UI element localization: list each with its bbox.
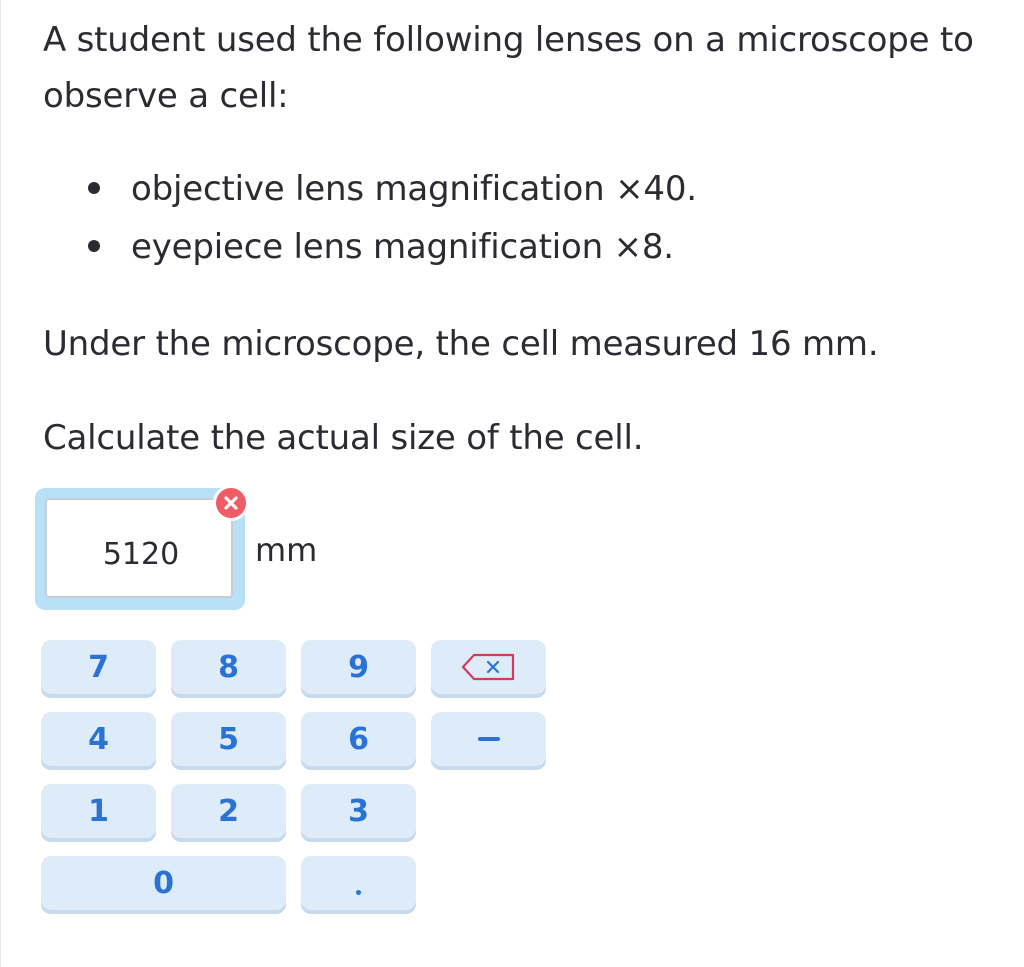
key-2[interactable]: 2 xyxy=(171,784,286,842)
key-1[interactable]: 1 xyxy=(41,784,156,842)
minus-icon xyxy=(477,737,500,741)
answer-input[interactable]: 5120 xyxy=(45,498,233,598)
lens-list: objective lens magnification ×40. eyepie… xyxy=(43,160,1018,276)
key-6[interactable]: 6 xyxy=(301,712,416,770)
key-4[interactable]: 4 xyxy=(41,712,156,770)
key-0[interactable]: 0 xyxy=(41,856,286,914)
key-5[interactable]: 5 xyxy=(171,712,286,770)
key-8[interactable]: 8 xyxy=(171,640,286,698)
bullet-icon xyxy=(88,182,100,194)
question-text: A student used the following lenses on a… xyxy=(43,12,1018,466)
numeric-keypad: 7 8 9 4 5 6 1 2 3 0 xyxy=(41,640,551,920)
answer-value: 5120 xyxy=(102,537,180,572)
measurement-text: Under the microscope, the cell measured … xyxy=(43,324,879,364)
answer-unit: mm xyxy=(255,531,318,569)
decimal-point-button[interactable] xyxy=(301,856,416,914)
list-item: eyepiece lens magnification ×8. xyxy=(43,218,1018,276)
task-text: Calculate the actual size of the cell. xyxy=(43,418,644,458)
eyepiece-lens-text: eyepiece lens magnification ×8. xyxy=(131,227,674,267)
key-3[interactable]: 3 xyxy=(301,784,416,842)
backspace-icon xyxy=(461,653,514,681)
decimal-point-icon xyxy=(356,889,361,895)
key-7[interactable]: 7 xyxy=(41,640,156,698)
backspace-button[interactable] xyxy=(431,640,546,698)
cross-icon xyxy=(213,485,249,521)
question-intro: A student used the following lenses on a… xyxy=(43,20,974,116)
minus-button[interactable] xyxy=(431,712,546,770)
bullet-icon xyxy=(88,240,100,252)
question-page: A student used the following lenses on a… xyxy=(0,0,1024,967)
answer-row: 5120 mm xyxy=(35,485,355,614)
list-item: objective lens magnification ×40. xyxy=(43,160,1018,218)
key-9[interactable]: 9 xyxy=(301,640,416,698)
objective-lens-text: objective lens magnification ×40. xyxy=(131,169,697,209)
